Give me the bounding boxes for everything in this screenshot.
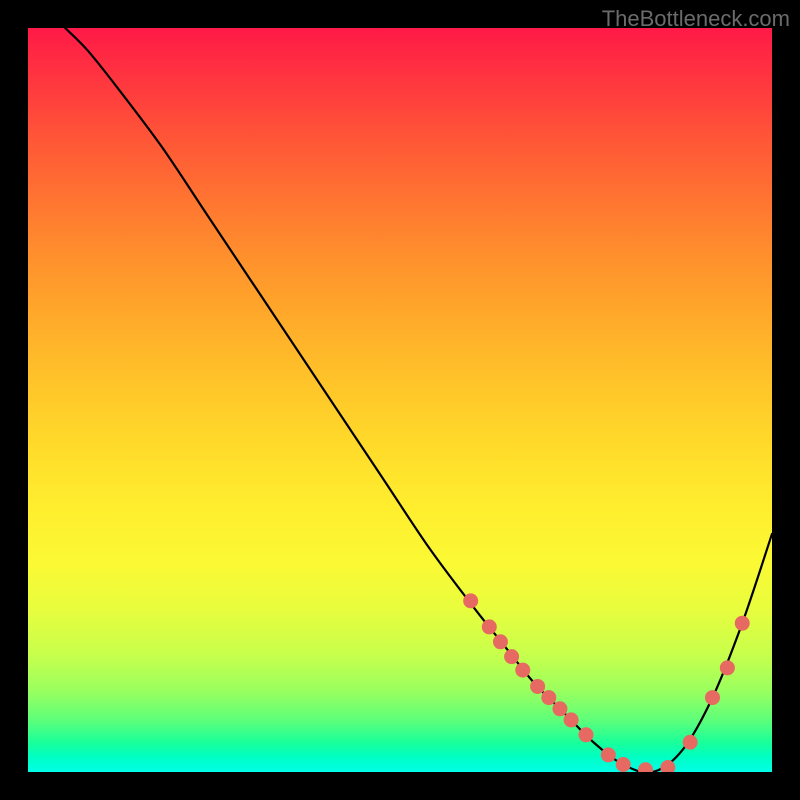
data-dot (660, 760, 675, 772)
bottleneck-curve (65, 28, 772, 772)
chart-area (28, 28, 772, 772)
data-dot (530, 679, 545, 694)
chart-svg (28, 28, 772, 772)
data-dot (735, 616, 750, 631)
data-dot (515, 663, 530, 678)
data-dot (541, 690, 556, 705)
data-dot (705, 690, 720, 705)
data-dot (552, 701, 567, 716)
data-dot (638, 762, 653, 772)
data-dot (683, 735, 698, 750)
data-dot (493, 634, 508, 649)
data-dot (504, 649, 519, 664)
data-dot (579, 727, 594, 742)
data-dot (616, 757, 631, 772)
data-dot (720, 660, 735, 675)
data-dot (601, 747, 616, 762)
watermark-text: TheBottleneck.com (602, 6, 790, 32)
data-dot (482, 619, 497, 634)
curve-highlight-dots (463, 593, 750, 772)
data-dot (463, 593, 478, 608)
data-dot (564, 712, 579, 727)
